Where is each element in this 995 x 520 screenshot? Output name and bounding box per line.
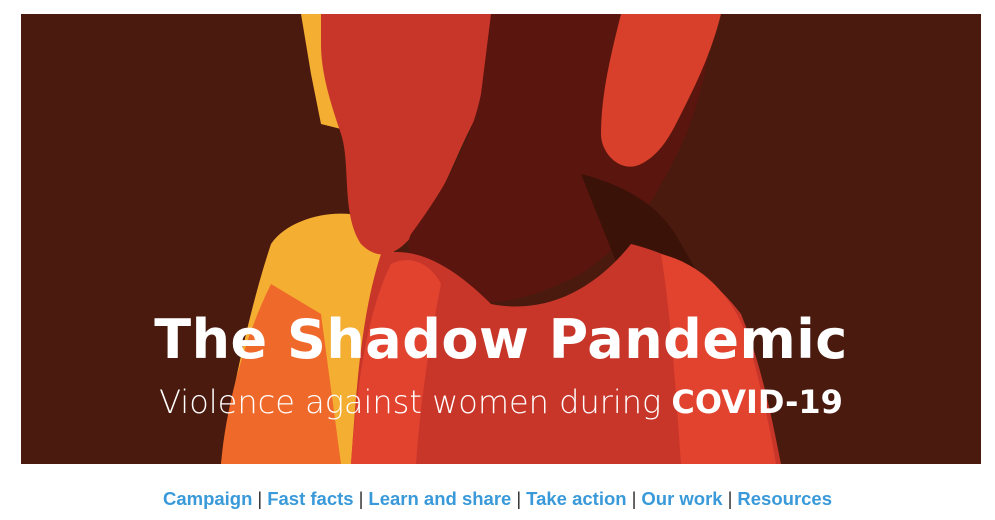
nav-separator: | [631, 488, 637, 509]
subtitle-text: Violence against women during [159, 383, 672, 421]
nav-separator: | [358, 488, 364, 509]
nav-separator: | [516, 488, 522, 509]
campaign-nav: Campaign | Fast facts | Learn and share | Take… [0, 487, 995, 511]
nav-link-our-work[interactable]: Our work [641, 488, 722, 509]
banner-title: The Shadow Pandemic [154, 308, 848, 371]
nav-link-learn-and-share[interactable]: Learn and share [368, 488, 511, 509]
subtitle-highlight: COVID-19 [671, 383, 843, 421]
nav-link-fast-facts[interactable]: Fast facts [267, 488, 353, 509]
nav-separator: | [727, 488, 733, 509]
hero-banner: The Shadow Pandemic Violence against wom… [21, 14, 981, 464]
nav-link-campaign[interactable]: Campaign [163, 488, 252, 509]
front-face [601, 14, 721, 167]
banner-subtitle: Violence against women during COVID-19 [21, 382, 981, 422]
nav-separator: | [257, 488, 263, 509]
nav-link-take-action[interactable]: Take action [526, 488, 626, 509]
nav-link-resources[interactable]: Resources [737, 488, 832, 509]
